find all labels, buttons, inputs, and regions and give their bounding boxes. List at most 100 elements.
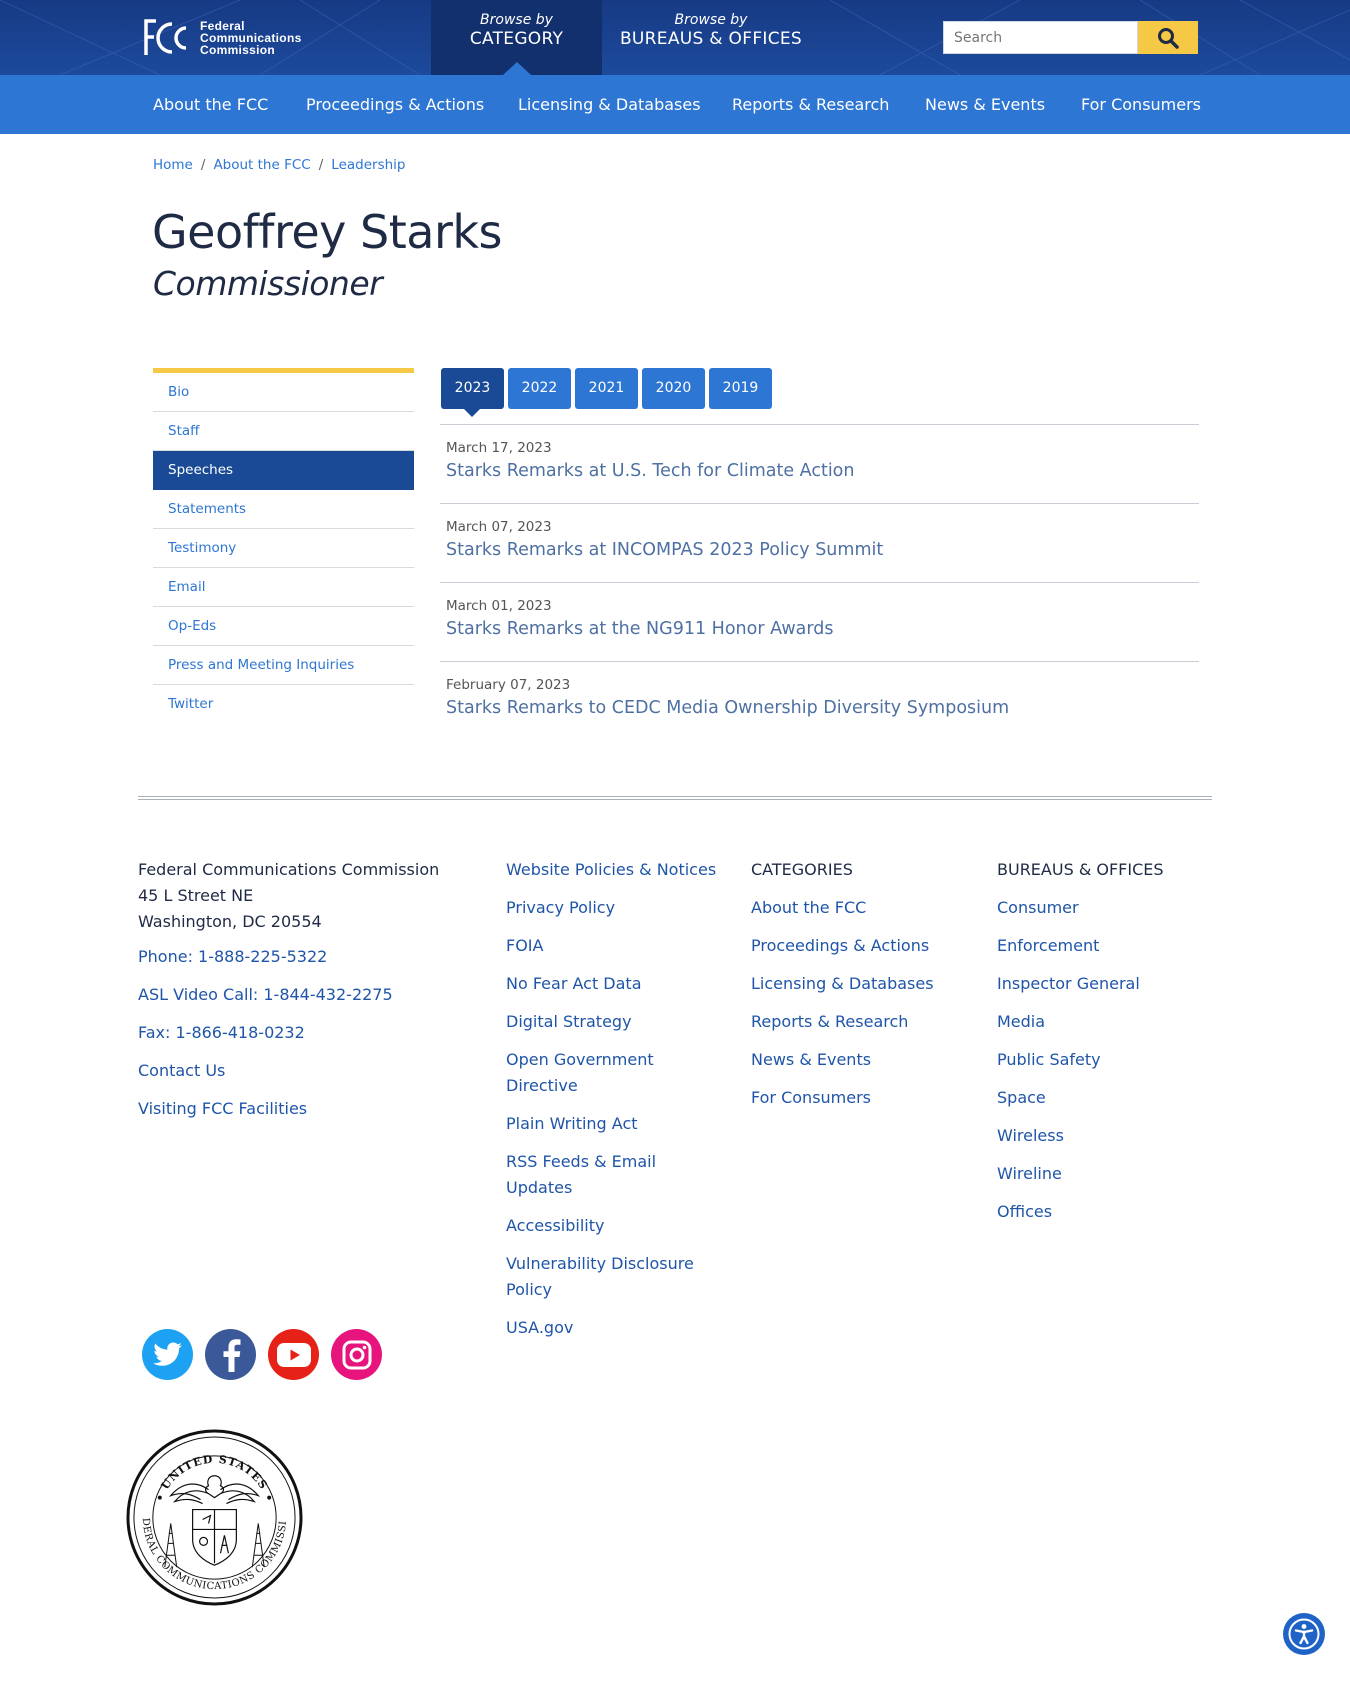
fcc-seal-icon: UNITED STATES FEDERAL COMMUNICATIONS COM… (125, 1428, 303, 1606)
breadcrumb-about-fcc[interactable]: About the FCC (213, 157, 310, 173)
footer-cat-licensing[interactable]: Licensing & Databases (751, 971, 966, 997)
speech-date: March 07, 2023 (446, 519, 552, 535)
footer-bureau-inspector[interactable]: Inspector General (997, 971, 1212, 997)
speech-title-link[interactable]: Starks Remarks to CEDC Media Ownership D… (446, 698, 1199, 718)
search-icon (1158, 27, 1179, 49)
tab-2022[interactable]: 2022 (508, 368, 571, 409)
list-item: February 07, 2023 Starks Remarks to CEDC… (440, 662, 1199, 741)
footer-cat-proceedings[interactable]: Proceedings & Actions (751, 933, 966, 959)
speech-title-link[interactable]: Starks Remarks at U.S. Tech for Climate … (446, 461, 1199, 481)
social-links (142, 1329, 394, 1380)
footer-vulnerability-link[interactable]: Vulnerability Disclosure Policy (506, 1251, 711, 1303)
browse-active-caret (503, 62, 531, 75)
browse-category-big: CATEGORY (469, 29, 564, 49)
footer-phone-link[interactable]: Phone: 1-888-225-5322 (138, 944, 468, 970)
footer-bureaus-column: BUREAUS & OFFICES Consumer Enforcement I… (997, 857, 1212, 1225)
facebook-icon[interactable] (205, 1329, 256, 1380)
footer-bureau-public-safety[interactable]: Public Safety (997, 1047, 1212, 1073)
sidebar-item-press-inquiries[interactable]: Press and Meeting Inquiries (153, 646, 414, 685)
speech-date: March 01, 2023 (446, 598, 552, 614)
nav-about-fcc[interactable]: About the FCC (153, 75, 268, 134)
footer-bureau-consumer[interactable]: Consumer (997, 895, 1212, 921)
sidebar-item-twitter[interactable]: Twitter (153, 685, 414, 724)
sidebar-menu: Bio Staff Speeches Statements Testimony … (153, 368, 414, 724)
footer-plain-writing-link[interactable]: Plain Writing Act (506, 1111, 721, 1137)
sidebar-item-speeches[interactable]: Speeches (153, 451, 414, 490)
logo-line-3: Commission (200, 43, 276, 57)
sidebar-item-email[interactable]: Email (153, 568, 414, 607)
footer-address-name: Federal Communications Commission (138, 860, 440, 879)
list-item: March 01, 2023 Starks Remarks at the NG9… (440, 583, 1199, 662)
main-nav: About the FCC Proceedings & Actions Lice… (0, 75, 1350, 134)
youtube-play-glyph (276, 1342, 311, 1367)
youtube-icon[interactable] (268, 1329, 319, 1380)
speech-title-link[interactable]: Starks Remarks at the NG911 Honor Awards (446, 619, 1199, 639)
tab-2020[interactable]: 2020 (642, 368, 705, 409)
footer-cat-reports[interactable]: Reports & Research (751, 1009, 966, 1035)
nav-for-consumers[interactable]: For Consumers (1081, 75, 1201, 134)
browse-by-bureaus[interactable]: Browse by BUREAUS & OFFICES (602, 0, 820, 75)
footer-accessibility-link[interactable]: Accessibility (506, 1213, 721, 1239)
sidebar-item-statements[interactable]: Statements (153, 490, 414, 529)
footer-privacy-link[interactable]: Privacy Policy (506, 895, 721, 921)
tab-2021[interactable]: 2021 (575, 368, 638, 409)
footer-bureau-space[interactable]: Space (997, 1085, 1212, 1111)
footer-divider (138, 796, 1212, 800)
footer-cat-news[interactable]: News & Events (751, 1047, 966, 1073)
search-input[interactable] (943, 21, 1138, 54)
footer-bureau-enforcement[interactable]: Enforcement (997, 933, 1212, 959)
footer-bureau-media[interactable]: Media (997, 1009, 1212, 1035)
footer-digital-strategy-link[interactable]: Digital Strategy (506, 1009, 721, 1035)
logo-text: Federal Communications Commission (200, 20, 302, 56)
footer-cat-about[interactable]: About the FCC (751, 895, 966, 921)
footer-bureau-wireline[interactable]: Wireline (997, 1161, 1212, 1187)
instagram-camera-glyph (342, 1340, 371, 1369)
footer-rss-link[interactable]: RSS Feeds & Email Updates (506, 1149, 721, 1201)
nav-proceedings-actions[interactable]: Proceedings & Actions (306, 75, 484, 134)
breadcrumb-leadership[interactable]: Leadership (331, 157, 405, 173)
footer-website-policies-link[interactable]: Website Policies & Notices (506, 857, 721, 883)
nav-reports-research[interactable]: Reports & Research (732, 75, 889, 134)
footer-address-street: 45 L Street NE (138, 886, 254, 905)
speech-list: March 17, 2023 Starks Remarks at U.S. Te… (440, 425, 1199, 741)
page-title: Geoffrey Starks (152, 205, 502, 259)
tab-2019[interactable]: 2019 (709, 368, 772, 409)
list-item: March 07, 2023 Starks Remarks at INCOMPA… (440, 504, 1199, 583)
nav-news-events[interactable]: News & Events (925, 75, 1045, 134)
footer-cat-consumers[interactable]: For Consumers (751, 1085, 966, 1111)
footer-asl-video-link[interactable]: ASL Video Call: 1-844-432-2275 (138, 982, 468, 1008)
facebook-f-glyph (223, 1338, 240, 1372)
nav-licensing-databases[interactable]: Licensing & Databases (518, 75, 701, 134)
fcc-logo[interactable]: Federal Communications Commission (142, 18, 302, 58)
footer-bureau-wireless[interactable]: Wireless (997, 1123, 1212, 1149)
footer-contact-us-link[interactable]: Contact Us (138, 1058, 468, 1084)
sidebar-item-staff[interactable]: Staff (153, 412, 414, 451)
page-subtitle: Commissioner (153, 264, 383, 303)
search-button[interactable] (1138, 21, 1198, 54)
list-item: March 17, 2023 Starks Remarks at U.S. Te… (440, 425, 1199, 504)
footer-fax-link[interactable]: Fax: 1-866-418-0232 (138, 1020, 468, 1046)
footer-visiting-link[interactable]: Visiting FCC Facilities (138, 1096, 468, 1122)
twitter-bird-glyph (152, 1342, 182, 1366)
breadcrumb-separator: / (200, 157, 206, 173)
browse-bureaus-small: Browse by (674, 12, 748, 28)
instagram-icon[interactable] (331, 1329, 382, 1380)
speech-title-link[interactable]: Starks Remarks at INCOMPAS 2023 Policy S… (446, 540, 1199, 560)
accessibility-widget-button[interactable] (1283, 1613, 1325, 1655)
breadcrumb-home[interactable]: Home (153, 157, 193, 173)
footer-bureau-offices[interactable]: Offices (997, 1199, 1212, 1225)
footer-policy-column: Website Policies & Notices Privacy Polic… (506, 857, 721, 1341)
accessibility-icon (1288, 1618, 1320, 1650)
sidebar-item-op-eds[interactable]: Op-Eds (153, 607, 414, 646)
footer-categories-column: CATEGORIES About the FCC Proceedings & A… (751, 857, 966, 1111)
footer-usa-gov-link[interactable]: USA.gov (506, 1315, 721, 1341)
breadcrumb-separator: / (318, 157, 324, 173)
footer-open-gov-link[interactable]: Open Government Directive (506, 1047, 721, 1099)
speech-date: February 07, 2023 (446, 677, 571, 693)
tab-2023[interactable]: 2023 (441, 368, 504, 417)
footer-foia-link[interactable]: FOIA (506, 933, 721, 959)
sidebar-item-testimony[interactable]: Testimony (153, 529, 414, 568)
twitter-icon[interactable] (142, 1329, 193, 1380)
footer-no-fear-link[interactable]: No Fear Act Data (506, 971, 721, 997)
sidebar-item-bio[interactable]: Bio (153, 373, 414, 412)
